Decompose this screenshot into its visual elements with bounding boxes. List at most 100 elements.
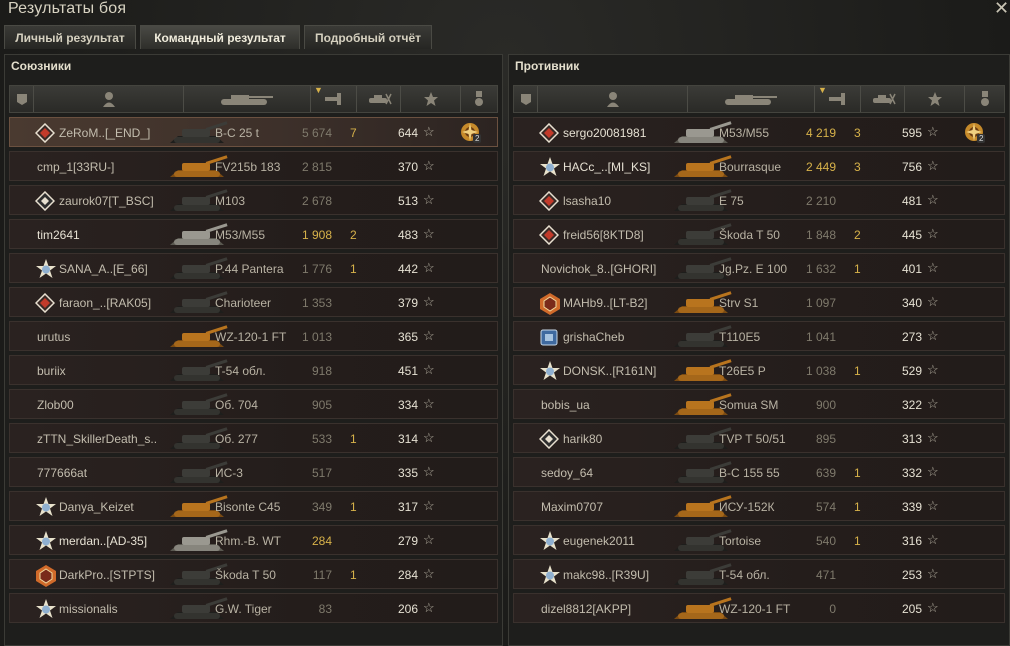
vehicle-name: E 75 bbox=[719, 194, 744, 208]
medal-icon bbox=[979, 90, 991, 108]
column-header-medal[interactable] bbox=[965, 86, 1004, 112]
player-row[interactable]: urutus WZ-120-1 FT 1 013 365 ☆ bbox=[9, 321, 498, 351]
damage-value: 895 bbox=[815, 432, 836, 446]
kills-value: 1 bbox=[350, 568, 357, 582]
medal-icon[interactable]: 2 bbox=[459, 121, 483, 145]
star-icon: ☆ bbox=[927, 124, 939, 139]
player-row[interactable]: MAHb9..[LT-B2] Strv S1 1 097 340 ☆ bbox=[513, 287, 1005, 317]
player-row[interactable]: Zlob00 Об. 704 905 334 ☆ bbox=[9, 389, 498, 419]
star-icon: ☆ bbox=[927, 600, 939, 615]
star-icon: ☆ bbox=[423, 464, 435, 479]
kills-value: 2 bbox=[854, 228, 861, 242]
column-header-player[interactable] bbox=[538, 86, 688, 112]
damage-icon bbox=[323, 92, 345, 106]
vehicle-icon bbox=[721, 92, 781, 106]
vehicle-name: Škoda T 50 bbox=[719, 228, 780, 242]
column-header-medal[interactable] bbox=[461, 86, 497, 112]
damage-value: 1 632 bbox=[805, 262, 836, 276]
vehicle-name: Strv S1 bbox=[719, 296, 759, 310]
experience-value: 205 bbox=[901, 602, 922, 616]
star-icon: ☆ bbox=[927, 430, 939, 445]
player-row[interactable]: merdan..[AD-35] Rhm.-B. WT 284 279 ☆ bbox=[9, 525, 498, 555]
player-row[interactable]: tim2641 M53/M55 1 908 2 483 ☆ bbox=[9, 219, 498, 249]
column-header-frags[interactable] bbox=[861, 86, 905, 112]
player-row[interactable]: zTTN_SkillerDeath_s.. Об. 277 533 1 314 ☆ bbox=[9, 423, 498, 453]
player-row[interactable]: freid56[8KTD8] Škoda T 50 1 848 2 445 ☆ bbox=[513, 219, 1005, 249]
star-icon: ☆ bbox=[423, 294, 435, 309]
player-row[interactable]: ZeRoM..[_END_] B-C 25 t 5 674 7 644 ☆ 2 bbox=[9, 117, 498, 147]
column-header-damage[interactable]: ▼ bbox=[311, 85, 357, 112]
experience-value: 332 bbox=[901, 466, 922, 480]
player-row[interactable]: Danya_Keizet Bisonte C45 349 1 317 ☆ bbox=[9, 491, 498, 521]
rank-ornate-red-icon bbox=[35, 565, 56, 587]
player-row[interactable]: eugenek2011 Tortoise 540 1 316 ☆ bbox=[513, 525, 1005, 555]
player-name: sergo20081981 bbox=[563, 126, 647, 140]
star-icon: ☆ bbox=[423, 124, 435, 139]
player-row[interactable]: missionalis G.W. Tiger 83 206 ☆ bbox=[9, 593, 498, 623]
experience-star-icon bbox=[423, 91, 439, 107]
player-row[interactable]: Novichok_8..[GHORI] Jg.Pz. E 100 1 632 1 401… bbox=[513, 253, 1005, 283]
star-icon: ☆ bbox=[927, 362, 939, 377]
experience-value: 644 bbox=[397, 126, 418, 140]
player-name: zaurok07[T_BSC] bbox=[59, 194, 154, 208]
player-row[interactable]: makc98..[R39U] T-54 обл. 471 253 ☆ bbox=[513, 559, 1005, 589]
player-row[interactable]: DarkPro..[STPTS] Škoda T 50 117 1 284 ☆ bbox=[9, 559, 498, 589]
column-header-vehicle[interactable] bbox=[688, 86, 815, 112]
column-header-experience-star[interactable] bbox=[905, 86, 965, 112]
damage-value: 533 bbox=[311, 432, 332, 446]
player-row[interactable]: cmp_1[33RU-] FV215b 183 2 815 370 ☆ bbox=[9, 151, 498, 181]
medal-count: 2 bbox=[977, 134, 986, 143]
player-row[interactable]: harik80 TVP T 50/51 895 313 ☆ bbox=[513, 423, 1005, 453]
player-row[interactable]: Maxim0707 ИСУ-152К 574 1 339 ☆ bbox=[513, 491, 1005, 521]
player-icon bbox=[606, 91, 620, 107]
damage-value: 900 bbox=[815, 398, 836, 412]
kills-value: 1 bbox=[854, 500, 861, 514]
battle-results-window: Результаты боя ✕ Личный результат Команд… bbox=[0, 0, 1010, 646]
player-row[interactable]: lsasha10 E 75 2 210 481 ☆ bbox=[513, 185, 1005, 215]
player-row[interactable]: buriix T-54 обл. 918 451 ☆ bbox=[9, 355, 498, 385]
column-header-platoon[interactable] bbox=[10, 86, 34, 112]
star-icon: ☆ bbox=[927, 226, 939, 241]
medal-icon[interactable]: 2 bbox=[963, 121, 987, 145]
player-row[interactable]: dizel8812[AKPP] WZ-120-1 FT 0 205 ☆ bbox=[513, 593, 1005, 623]
vehicle-name: M53/M55 bbox=[215, 228, 266, 242]
vehicle-name: WZ-120-1 FT bbox=[719, 602, 791, 616]
player-row[interactable]: HACc_..[MI_KS] Bourrasque 2 449 3 756 ☆ bbox=[513, 151, 1005, 181]
player-row[interactable]: 777666at ИС-3 517 335 ☆ bbox=[9, 457, 498, 487]
player-row[interactable]: DONSK..[R161N] T26E5 P 1 038 1 529 ☆ bbox=[513, 355, 1005, 385]
column-header-platoon[interactable] bbox=[514, 86, 538, 112]
tab-team-result[interactable]: Командный результат bbox=[140, 25, 300, 49]
player-row[interactable]: bobis_ua Somua SM 900 322 ☆ bbox=[513, 389, 1005, 419]
tab-personal-result[interactable]: Личный результат bbox=[4, 25, 136, 49]
damage-value: 2 210 bbox=[805, 194, 836, 208]
tab-detailed-report[interactable]: Подробный отчёт bbox=[304, 25, 432, 49]
player-row[interactable]: grishaCheb T110E5 1 041 273 ☆ bbox=[513, 321, 1005, 351]
column-header-frags[interactable] bbox=[357, 86, 401, 112]
star-icon: ☆ bbox=[423, 498, 435, 513]
player-name: merdan..[AD-35] bbox=[59, 534, 148, 548]
experience-value: 253 bbox=[901, 568, 922, 582]
column-header-vehicle[interactable] bbox=[184, 86, 311, 112]
player-row[interactable]: sedoy_64 B-C 155 55 639 1 332 ☆ bbox=[513, 457, 1005, 487]
close-icon[interactable]: ✕ bbox=[994, 0, 1009, 19]
platoon-icon bbox=[519, 92, 533, 106]
experience-value: 322 bbox=[901, 398, 922, 412]
column-header-damage[interactable]: ▼ bbox=[815, 85, 861, 112]
experience-value: 442 bbox=[397, 262, 418, 276]
damage-value: 1 848 bbox=[805, 228, 836, 242]
player-name: faraon_..[RAK05] bbox=[59, 296, 152, 310]
player-row[interactable]: SANA_A..[E_66] P.44 Pantera 1 776 1 442 ☆ bbox=[9, 253, 498, 283]
frags-icon bbox=[870, 93, 896, 105]
damage-value: 1 041 bbox=[805, 330, 836, 344]
player-icon bbox=[102, 91, 116, 107]
player-name: cmp_1[33RU-] bbox=[37, 160, 115, 174]
column-header-player[interactable] bbox=[34, 86, 184, 112]
player-row[interactable]: sergo20081981 M53/M55 4 219 3 595 ☆ 2 bbox=[513, 117, 1005, 147]
star-icon: ☆ bbox=[423, 430, 435, 445]
vehicle-name: Charioteer bbox=[215, 296, 272, 310]
experience-value: 451 bbox=[397, 364, 418, 378]
player-row[interactable]: zaurok07[T_BSC] M103 2 678 513 ☆ bbox=[9, 185, 498, 215]
damage-value: 540 bbox=[815, 534, 836, 548]
player-row[interactable]: faraon_..[RAK05] Charioteer 1 353 379 ☆ bbox=[9, 287, 498, 317]
column-header-experience-star[interactable] bbox=[401, 86, 461, 112]
